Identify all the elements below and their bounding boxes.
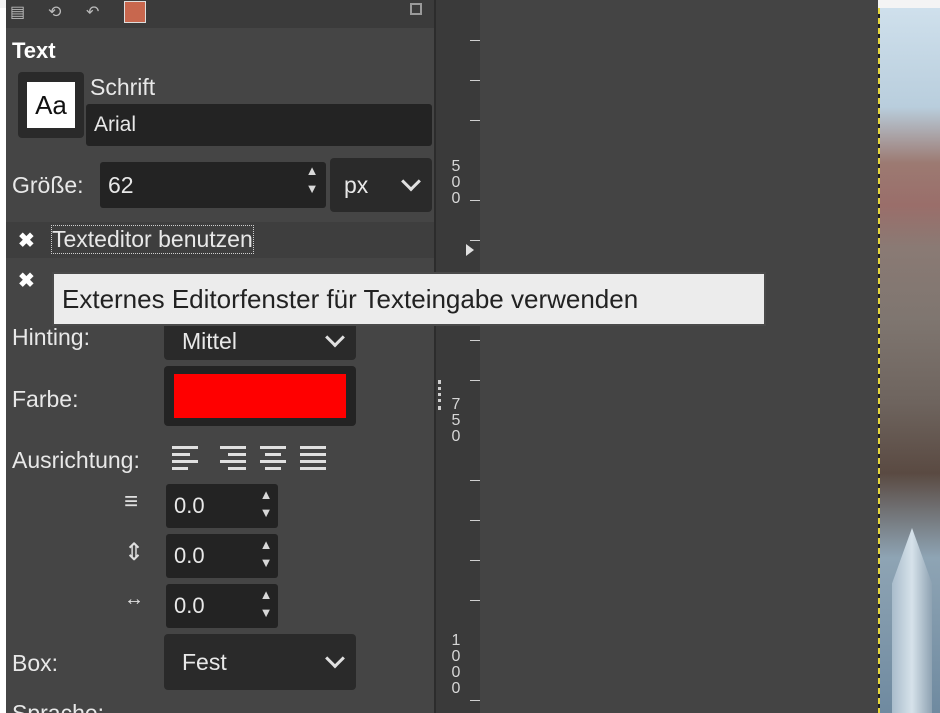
ruler-position-marker-icon: [466, 244, 474, 256]
antialias-checkbox[interactable]: ✖: [18, 268, 35, 293]
indent-increase-icon[interactable]: ▲: [258, 488, 274, 501]
font-input[interactable]: Arial: [86, 104, 432, 146]
image-content: [892, 528, 932, 713]
align-justify-icon[interactable]: [300, 446, 328, 472]
reset-icon[interactable]: ↶: [86, 2, 99, 22]
color-swatch: [174, 374, 346, 418]
section-title: Text: [12, 38, 56, 63]
indent-icon: ≡: [124, 488, 139, 515]
letter-spacing-increase-icon[interactable]: ▲: [258, 588, 274, 601]
chevron-down-icon: [325, 327, 345, 348]
box-value: Fest: [182, 648, 227, 675]
ruler-label: 1: [451, 632, 461, 649]
ruler-label: 0: [451, 664, 461, 681]
language-label: Sprache:: [12, 700, 105, 713]
panel-menu-icon[interactable]: [410, 3, 422, 15]
color-swatch-icon[interactable]: [124, 1, 146, 23]
size-unit-value: px: [344, 171, 369, 198]
line-spacing-increase-icon[interactable]: ▲: [258, 538, 274, 551]
size-decrease-icon[interactable]: ▼: [304, 182, 320, 195]
color-button[interactable]: [164, 366, 356, 426]
size-label: Größe:: [12, 172, 84, 198]
tooltip: Externes Editorfenster für Texteingabe v…: [52, 272, 766, 326]
ruler-label: 0: [451, 428, 461, 445]
ruler-label: 0: [451, 680, 461, 697]
align-center-icon[interactable]: [260, 446, 288, 472]
save-preset-icon[interactable]: ▤: [10, 2, 25, 22]
align-left-icon[interactable]: [172, 446, 198, 472]
font-preview-button[interactable]: Aa: [18, 72, 84, 138]
ruler-label: 0: [451, 648, 461, 665]
font-label: Schrift: [90, 74, 156, 100]
ruler-label: 0: [451, 190, 461, 207]
ruler-label: 0: [451, 174, 461, 191]
use-editor-checkbox[interactable]: ✖: [18, 228, 35, 253]
panel-toolbar: ▤ ⟲ ↶: [6, 0, 434, 28]
ruler-label: 5: [451, 158, 461, 175]
canvas-area[interactable]: [480, 0, 878, 713]
hinting-value: Mittel: [182, 327, 237, 354]
hinting-label: Hinting:: [12, 324, 90, 350]
letter-spacing-icon: ↔: [124, 588, 144, 610]
chevron-down-icon: [401, 171, 421, 192]
ruler-label: 5: [451, 412, 461, 429]
ruler-label: 7: [451, 396, 461, 413]
box-label: Box:: [12, 650, 59, 676]
indent-decrease-icon[interactable]: ▼: [258, 506, 274, 519]
line-spacing-decrease-icon[interactable]: ▼: [258, 556, 274, 569]
line-spacing-icon: ⇕: [124, 539, 145, 566]
box-select[interactable]: Fest: [164, 634, 356, 690]
color-label: Farbe:: [12, 386, 79, 412]
use-editor-label: Texteditor benutzen: [51, 225, 254, 254]
size-increase-icon[interactable]: ▲: [304, 164, 320, 177]
size-unit-select[interactable]: px: [330, 158, 432, 212]
ruler-drag-handle-icon[interactable]: [438, 380, 444, 410]
restore-preset-icon[interactable]: ⟲: [48, 2, 61, 22]
vertical-ruler[interactable]: 5 0 0 7 5 0 1 0 0 0: [434, 0, 482, 713]
layer-boundary: [878, 8, 880, 713]
align-right-icon[interactable]: [220, 446, 248, 472]
tool-options-panel: ▤ ⟲ ↶ Text Aa Schrift Arial Größe: 62 ▲ …: [6, 0, 434, 713]
alignment-label: Ausrichtung:: [12, 447, 140, 473]
letter-spacing-decrease-icon[interactable]: ▼: [258, 606, 274, 619]
font-preview-icon: Aa: [27, 82, 75, 128]
hinting-select[interactable]: Mittel: [164, 322, 356, 360]
size-input[interactable]: 62: [100, 162, 326, 208]
chevron-down-icon: [325, 648, 345, 669]
image-canvas[interactable]: [878, 8, 940, 713]
